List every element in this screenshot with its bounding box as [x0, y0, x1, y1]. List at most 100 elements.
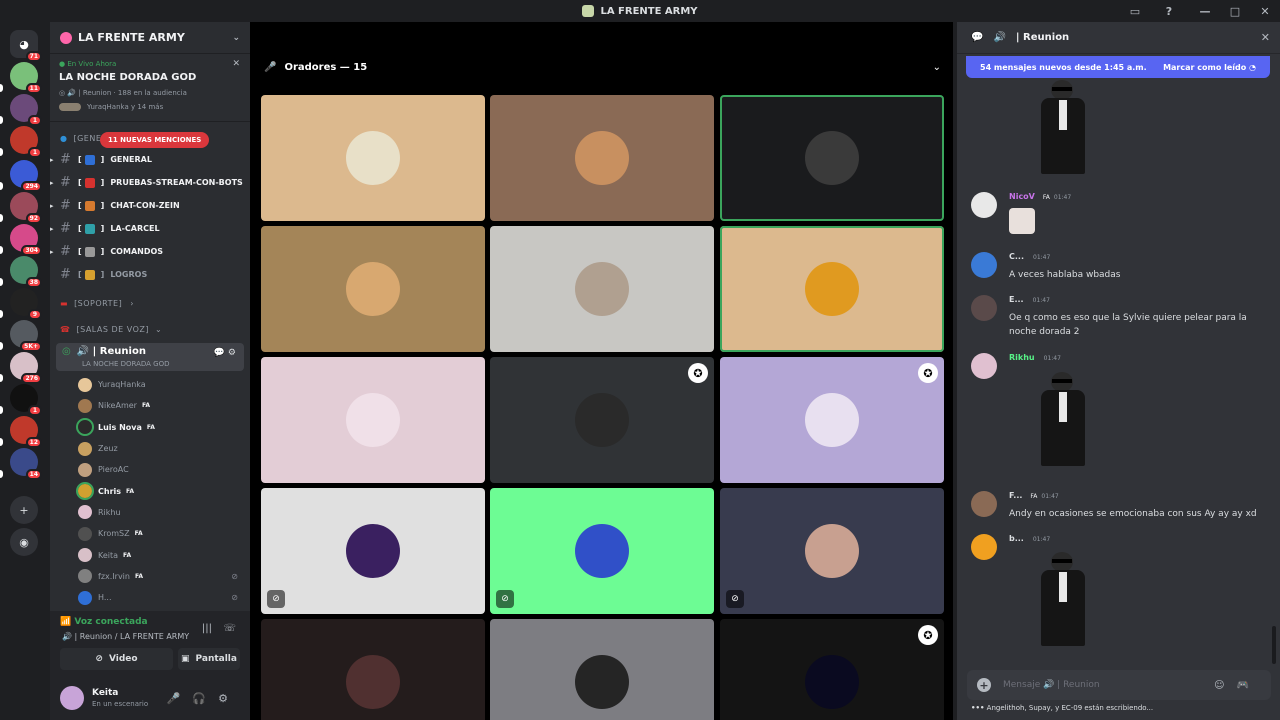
speaker-tile[interactable]: ⊘ — [261, 488, 485, 614]
mark-read-button[interactable]: Marcar como leído ◔ — [1163, 63, 1256, 72]
voice-user[interactable]: YuraqHanka — [50, 374, 250, 395]
server-header[interactable]: LA FRENTE ARMY ⌄ — [50, 22, 250, 54]
voice-user[interactable]: fzx.Irvin FA ⊘ — [50, 566, 250, 587]
scrollbar[interactable] — [1272, 626, 1276, 664]
add-server-button[interactable]: + — [10, 496, 38, 524]
channel-bracket: [ — [78, 224, 82, 233]
server-pill — [0, 470, 3, 478]
close-window-button[interactable]: ✕ — [1250, 3, 1280, 19]
message-author[interactable]: E... — [1009, 295, 1024, 304]
channel-general[interactable]: ▸ # [] GENERAL — [50, 148, 250, 171]
user-controls[interactable]: 🎤🎧⚙ — [167, 692, 240, 705]
message-input[interactable]: + Mensaje 🔊 | Reunion ☺🎮 — [967, 670, 1271, 700]
avatar[interactable] — [971, 491, 997, 517]
server-icon-5[interactable]: 294 — [10, 160, 42, 192]
voice-channel-tools[interactable]: 💬⚙ — [214, 348, 239, 358]
speaker-tile[interactable]: ✪ — [720, 619, 944, 720]
speaker-tile[interactable]: ⊘ — [720, 488, 944, 614]
maximize-button[interactable]: □ — [1220, 3, 1250, 19]
voice-user[interactable]: Luis Nova FA — [50, 417, 250, 438]
live-stage-card[interactable]: ● En Vivo Ahora ✕ LA NOCHE DORADA GOD ◎ … — [50, 54, 250, 122]
avatar[interactable] — [971, 252, 997, 278]
speaker-tile[interactable] — [261, 619, 485, 720]
avatar — [805, 524, 859, 578]
message-author[interactable]: NicoV — [1009, 192, 1035, 201]
close-icon[interactable]: ✕ — [1261, 31, 1270, 44]
voice-user-name: Rikhu — [98, 507, 121, 517]
channel-chat-con-zein[interactable]: ▸ # [] CHAT-CON-ZEIN — [50, 194, 250, 217]
category-soporte[interactable]: ▬ [SOPORTE] › — [50, 288, 250, 318]
avatar[interactable] — [60, 686, 84, 710]
server-icon-2[interactable]: 11 — [10, 62, 42, 94]
inbox-icon[interactable]: ▭ — [1120, 3, 1150, 19]
minimize-button[interactable]: — — [1190, 3, 1220, 19]
speaker-tile[interactable]: ✪ — [490, 357, 714, 483]
server-icon-7[interactable]: 304 — [10, 224, 42, 256]
server-icon-3[interactable]: 1 — [10, 94, 42, 126]
message-author[interactable]: b... — [1009, 534, 1024, 543]
message-author[interactable]: Rikhu — [1009, 353, 1035, 362]
channel-comandos[interactable]: ▸ # [] COMANDOS — [50, 240, 250, 263]
server-icon-4[interactable]: 1 — [10, 126, 42, 158]
voice-user[interactable]: Rikhu — [50, 502, 250, 523]
plus-icon[interactable]: + — [977, 678, 991, 692]
speaker-tile[interactable] — [490, 619, 714, 720]
server-icon-11[interactable]: 276 — [10, 352, 42, 384]
avatar[interactable] — [971, 192, 997, 218]
channel-pruebas-stream-con-bots[interactable]: ▸ # [] PRUEBAS-STREAM-CON-BOTS — [50, 171, 250, 194]
new-messages-bar[interactable]: 54 mensajes nuevos desde 1:45 a.m. Marca… — [966, 56, 1270, 78]
speaker-tile[interactable] — [490, 95, 714, 221]
speaker-tile[interactable] — [261, 357, 485, 483]
voice-user[interactable]: KromSZ FA — [50, 523, 250, 544]
channel-label: PRUEBAS-STREAM-CON-BOTS — [110, 178, 243, 187]
new-mentions-pill[interactable]: 11 NUEVAS MENCIONES — [100, 132, 210, 148]
voice-user[interactable]: Chris FA — [50, 480, 250, 501]
speaker-tile[interactable] — [490, 226, 714, 352]
server-icon-10[interactable]: 5K+ — [10, 320, 42, 352]
avatar — [805, 262, 859, 316]
voice-user[interactable]: PieroAC — [50, 459, 250, 480]
message-input-placeholder: Mensaje 🔊 | Reunion — [1003, 680, 1100, 690]
noise-suppression-icon[interactable]: ||| — [202, 623, 212, 634]
avatar[interactable] — [971, 534, 997, 560]
server-icon-9[interactable]: 9 — [10, 288, 42, 320]
message-author[interactable]: F... — [1009, 491, 1022, 500]
speaker-tile[interactable]: ✪ — [720, 357, 944, 483]
category-salas[interactable]: ☎ [SALAS DE VOZ] ⌄ — [50, 318, 250, 340]
server-icon-13[interactable]: 12 — [10, 416, 42, 448]
role-tag: FA — [1030, 493, 1038, 500]
speaker-tile[interactable] — [261, 95, 485, 221]
speaker-tile[interactable] — [720, 95, 944, 221]
server-icon-1[interactable]: ◕ 71 — [10, 30, 42, 62]
speaker-tile[interactable]: ⊘ — [490, 488, 714, 614]
chevron-down-icon[interactable]: ⌄ — [232, 33, 240, 43]
server-icon-6[interactable]: 92 — [10, 192, 42, 224]
disconnect-icon[interactable]: ☏ — [223, 623, 236, 634]
avatar[interactable] — [971, 295, 997, 321]
speaker-tile[interactable] — [720, 226, 944, 352]
message-author[interactable]: C... — [1009, 252, 1024, 261]
sticker-image — [1035, 372, 1091, 468]
server-icon-12[interactable]: 1 — [10, 384, 42, 416]
channel-label: LA-CARCEL — [110, 224, 160, 233]
voice-channel-reunion[interactable]: ◎ 🔊 | Reunion LA NOCHE DORADA GOD 💬⚙ — [56, 343, 244, 371]
server-icon-8[interactable]: 38 — [10, 256, 42, 288]
chevron-right-icon: ▸ — [50, 224, 54, 233]
screen-share-button[interactable]: ▣ Pantalla — [178, 648, 240, 670]
avatar[interactable] — [971, 353, 997, 379]
explore-icon[interactable]: ◉ — [10, 528, 38, 556]
speaker-tile[interactable] — [261, 226, 485, 352]
emoji-icon[interactable]: ☺🎮 — [1214, 680, 1261, 691]
channel-logros[interactable]: # [] LOGROS — [50, 263, 250, 286]
server-icon-14[interactable]: 14 — [10, 448, 42, 480]
voice-connected-channel[interactable]: 🔊 | Reunion / LA FRENTE ARMY — [62, 632, 189, 641]
voice-user[interactable]: H... ⊘ — [50, 587, 250, 608]
voice-user[interactable]: Zeuz — [50, 438, 250, 459]
voice-user[interactable]: NikeAmer FA — [50, 395, 250, 416]
help-icon[interactable]: ? — [1154, 3, 1184, 19]
chevron-down-icon[interactable]: ⌄ — [933, 62, 941, 73]
video-button[interactable]: ⊘ Video — [60, 648, 173, 670]
close-icon[interactable]: ✕ — [232, 59, 240, 69]
voice-user[interactable]: Keita FA — [50, 544, 250, 565]
channel-la-carcel[interactable]: ▸ # [] LA-CARCEL — [50, 217, 250, 240]
